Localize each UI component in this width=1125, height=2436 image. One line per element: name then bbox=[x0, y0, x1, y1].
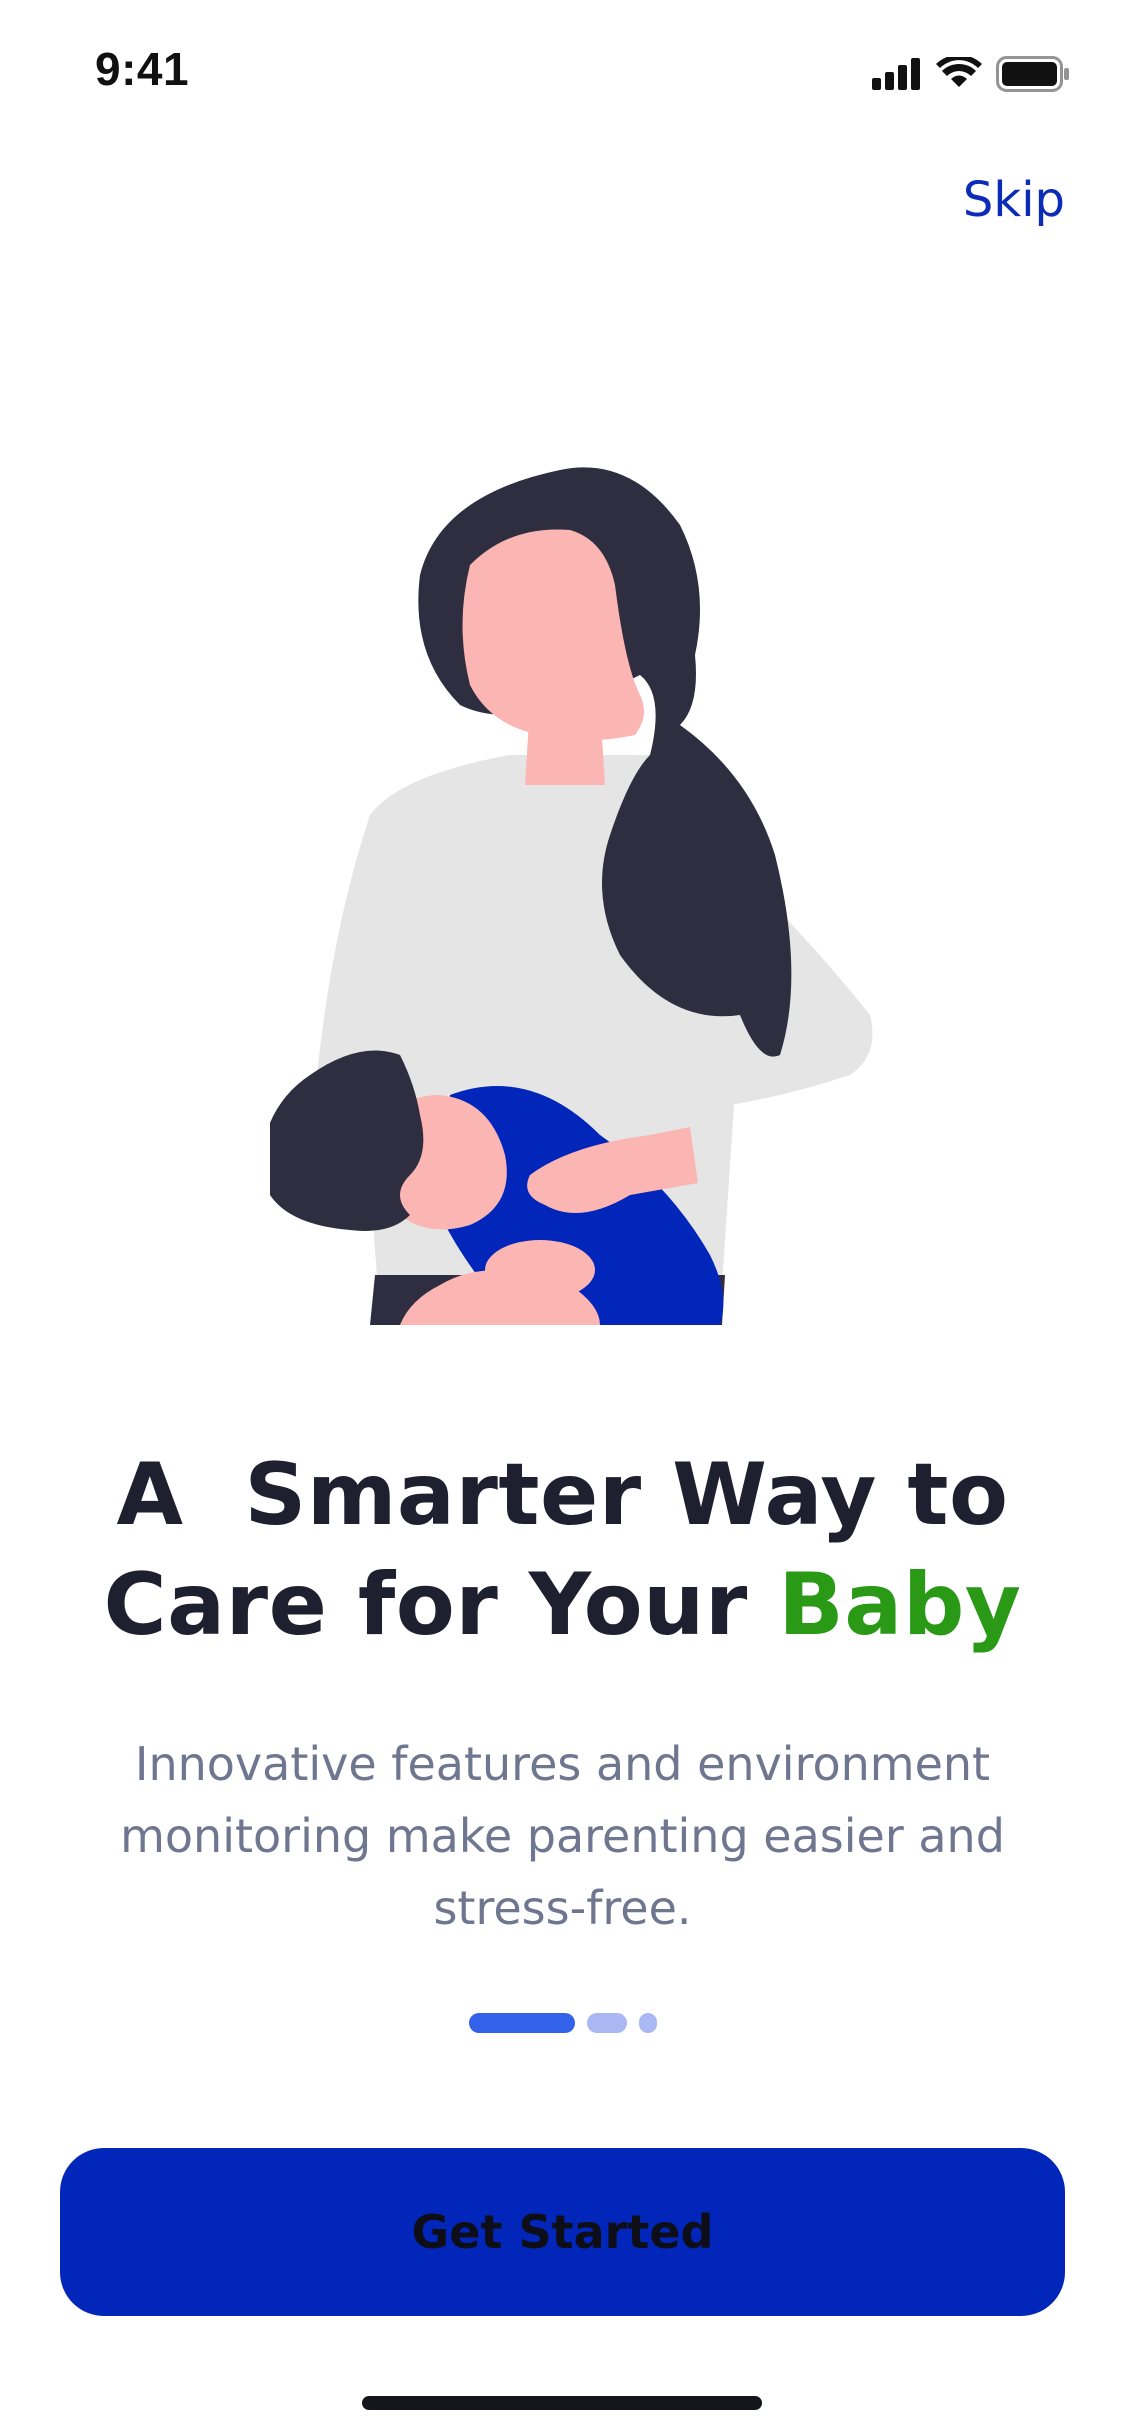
onboarding-description: Innovative features and environment moni… bbox=[120, 1737, 1005, 1935]
battery-icon bbox=[996, 56, 1070, 96]
page-dot-1-active[interactable] bbox=[468, 2013, 575, 2033]
headline-line-2-prefix: Care for Your bbox=[103, 1555, 779, 1655]
status-time: 9:41 bbox=[95, 43, 190, 95]
page-title: A Smarter Way to Care for Your Baby bbox=[0, 1440, 1125, 1660]
get-started-label: Get Started bbox=[411, 2205, 714, 2259]
headline-line-2: Care for Your Baby bbox=[0, 1550, 1125, 1660]
status-icons bbox=[872, 54, 1070, 96]
cellular-signal-icon bbox=[872, 58, 922, 94]
skip-button[interactable]: Skip bbox=[963, 172, 1065, 228]
onboarding-screen: 9:41 Skip A Smarter Way to Care for Your… bbox=[0, 0, 1125, 2436]
home-indicator[interactable] bbox=[362, 2396, 762, 2410]
page-indicator bbox=[0, 2013, 1125, 2033]
get-started-button[interactable]: Get Started bbox=[60, 2148, 1065, 2316]
headline-accent-word: Baby bbox=[778, 1555, 1022, 1655]
mother-baby-illustration bbox=[259, 455, 890, 1325]
page-dot-3[interactable] bbox=[638, 2013, 657, 2033]
headline-line-1: A Smarter Way to bbox=[116, 1445, 1009, 1545]
status-bar: 9:41 bbox=[0, 0, 1125, 140]
page-dot-2[interactable] bbox=[586, 2013, 627, 2033]
wifi-icon bbox=[936, 54, 982, 95]
